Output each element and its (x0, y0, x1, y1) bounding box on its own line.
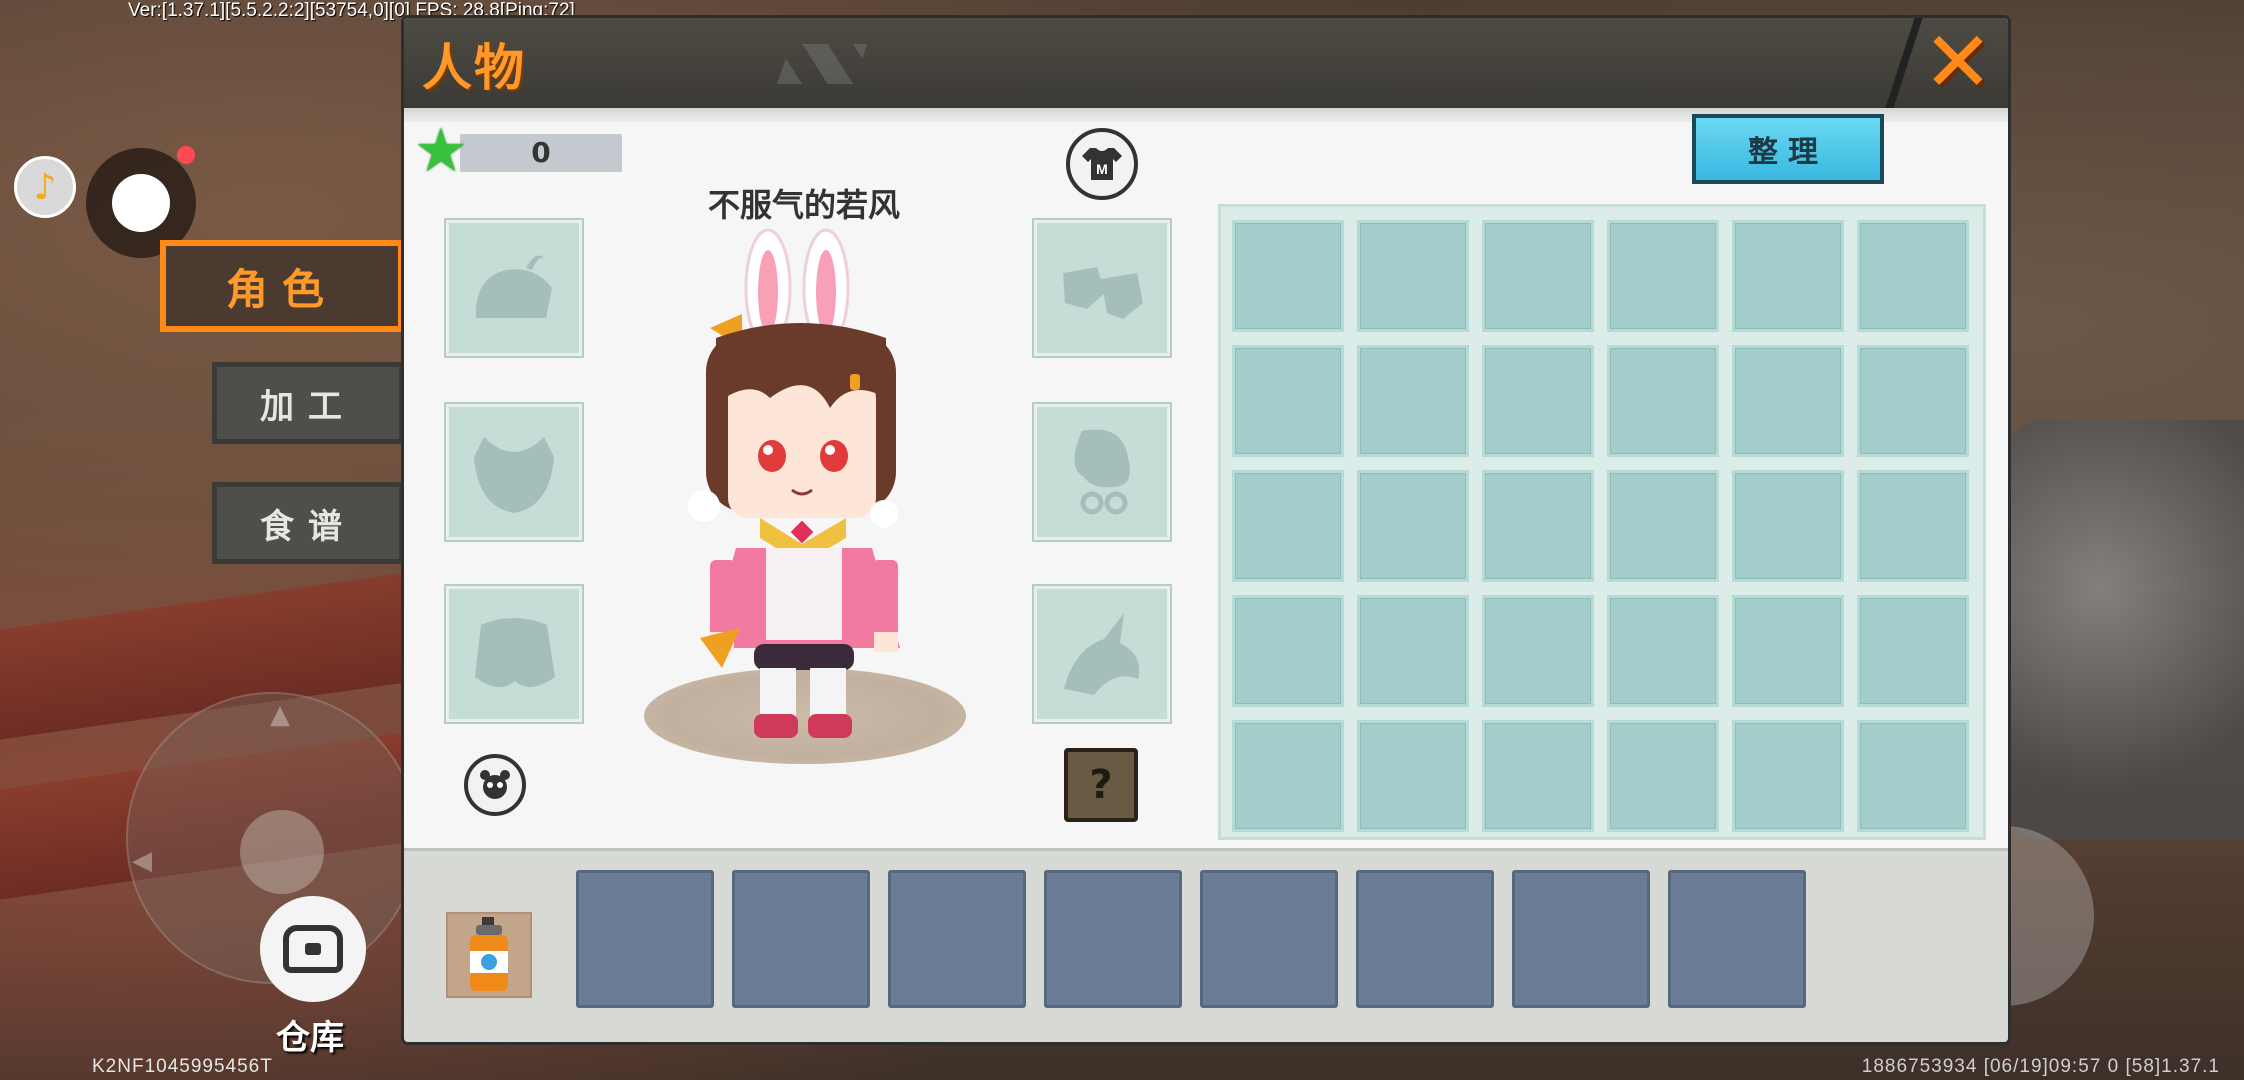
device-id: K2NF1045995456T (92, 1056, 273, 1077)
bag-slot[interactable] (1857, 470, 1969, 582)
header-decoration (776, 44, 868, 84)
hotbar-slot[interactable] (1668, 870, 1806, 1008)
accessory-slot[interactable] (1034, 404, 1170, 540)
tab-recipes[interactable]: 食谱 (212, 482, 404, 564)
m-shirt-icon: M (1082, 148, 1122, 180)
panel-title: 人物 (422, 39, 526, 97)
close-button[interactable]: ✕ (1918, 18, 1998, 111)
bag-slot[interactable] (1607, 720, 1719, 832)
storage-label: 仓库 (276, 1018, 344, 1058)
joystick-knob[interactable] (240, 810, 324, 894)
helmet-icon (475, 255, 552, 318)
bag-slot[interactable] (1732, 345, 1844, 457)
hotbar-slot[interactable] (732, 870, 870, 1008)
chest-armor-icon (474, 437, 554, 513)
wardrobe-button[interactable]: M (1066, 128, 1138, 200)
helmet-slot[interactable] (446, 220, 582, 356)
cape-icon (475, 618, 555, 688)
bag-slot[interactable] (1232, 720, 1344, 832)
record-dot-icon (112, 174, 170, 232)
bag-slot[interactable] (1732, 595, 1844, 707)
character-avatar (688, 228, 900, 738)
bag-slot[interactable] (1357, 345, 1469, 457)
bag-slot[interactable] (1482, 220, 1594, 332)
panel-header: 人物 ✕ (404, 18, 2008, 108)
bag-slot[interactable] (1357, 595, 1469, 707)
svg-text:M: M (1096, 161, 1108, 177)
bag-slot[interactable] (1857, 220, 1969, 332)
help-button[interactable]: ? (1064, 748, 1138, 822)
hair-glasses-icon (1074, 429, 1130, 515)
bag-slot[interactable] (1357, 220, 1469, 332)
hotbar-item-spray-can[interactable] (446, 912, 532, 998)
music-note-icon: ♪ (33, 166, 57, 208)
character-name: 不服气的若风 (707, 186, 900, 224)
cape-slot[interactable] (446, 586, 582, 722)
hotbar-slot[interactable] (888, 870, 1026, 1008)
bag-slot[interactable] (1607, 220, 1719, 332)
bag-slot[interactable] (1857, 595, 1969, 707)
bag-slot[interactable] (1732, 470, 1844, 582)
hotbar-slot[interactable] (1512, 870, 1650, 1008)
pet-face-icon (480, 770, 510, 799)
chest-armor-slot[interactable] (446, 404, 582, 540)
music-button[interactable]: ♪ (14, 156, 76, 218)
tab-crafting[interactable]: 加工 (212, 362, 404, 444)
bag-slot[interactable] (1482, 470, 1594, 582)
bag-slot[interactable] (1732, 720, 1844, 832)
bag-slot[interactable] (1232, 470, 1344, 582)
hotbar-slot[interactable] (1356, 870, 1494, 1008)
hotbar-slot[interactable] (576, 870, 714, 1008)
dragon-icon (1064, 613, 1140, 695)
tab-character[interactable]: 角色 (160, 240, 404, 332)
bag-slot[interactable] (1732, 220, 1844, 332)
hotbar-slot[interactable] (1044, 870, 1182, 1008)
sort-button[interactable]: 整理 (1692, 114, 1884, 184)
bag-slot[interactable] (1607, 345, 1719, 457)
bag-slot[interactable] (1482, 720, 1594, 832)
joystick-left-arrow-icon: ◀ (132, 846, 152, 876)
notification-dot (177, 146, 195, 164)
pet-button[interactable] (464, 754, 526, 816)
close-x-icon: ✕ (1922, 18, 1994, 111)
question-mark-icon: ? (1089, 762, 1113, 808)
bag-slot[interactable] (1482, 595, 1594, 707)
bottom-status: 1886753934 [06/19]09:57 0 [58]1.37.1 (1861, 1056, 2220, 1077)
hotbar-slot[interactable] (1200, 870, 1338, 1008)
character-panel: 人物 ✕ 0 ★ 不服气的若风 M ? 整理 (404, 18, 2008, 1042)
bag-slot[interactable] (1357, 470, 1469, 582)
boots-icon (1063, 267, 1143, 319)
bag-slot[interactable] (1857, 720, 1969, 832)
bag-slot[interactable] (1482, 345, 1594, 457)
mount-slot[interactable] (1034, 586, 1170, 722)
star-icon: ★ (414, 116, 468, 186)
boots-slot[interactable] (1034, 220, 1170, 356)
bg-rock (2004, 420, 2244, 840)
bag-slot[interactable] (1232, 345, 1344, 457)
bag-grid (1218, 204, 1986, 840)
bag-slot[interactable] (1232, 595, 1344, 707)
bag-slot[interactable] (1607, 470, 1719, 582)
bag-slot[interactable] (1232, 220, 1344, 332)
chest-icon (283, 925, 343, 973)
bag-slot[interactable] (1857, 345, 1969, 457)
bag-slot[interactable] (1357, 720, 1469, 832)
spray-can-icon (470, 917, 508, 991)
joystick-up-arrow-icon: ▲ (270, 700, 290, 730)
storage-button[interactable] (260, 896, 366, 1002)
bag-slot[interactable] (1607, 595, 1719, 707)
star-count: 0 (531, 136, 551, 169)
